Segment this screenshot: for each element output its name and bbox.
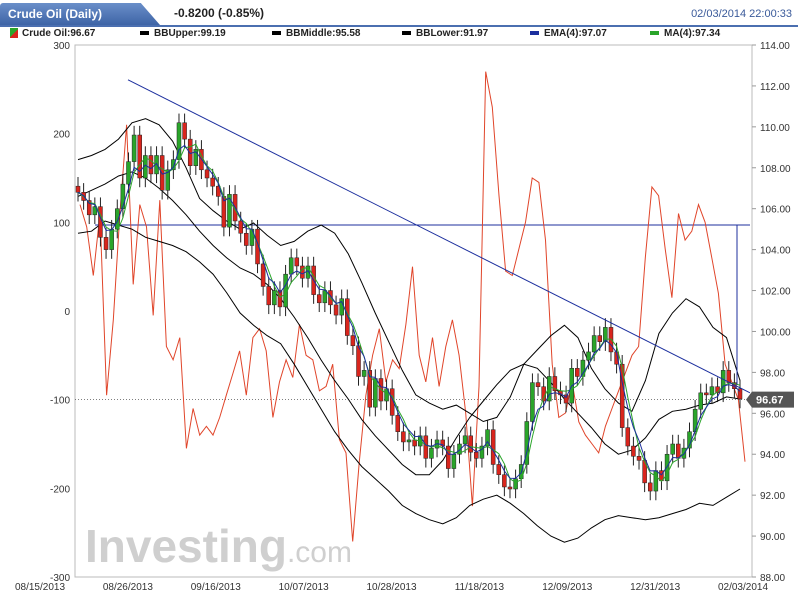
right-axis-tick-label: 100.00 (760, 327, 791, 338)
x-axis-tick-label: 09/16/2013 (191, 582, 241, 593)
left-axis-tick-label: 0 (64, 307, 70, 318)
right-axis-tick-label: 94.00 (760, 450, 785, 461)
candle (210, 177, 215, 187)
candle (126, 161, 131, 185)
watermark-brand: Investing (85, 520, 287, 572)
last-price-tag: 96.67 (746, 391, 794, 408)
left-axis-tick-label: 200 (53, 130, 70, 141)
candle (204, 169, 210, 179)
candle (468, 435, 473, 453)
candle (356, 345, 361, 377)
candle (148, 155, 154, 175)
candle (272, 290, 277, 306)
x-axis-tick-label: 10/07/2013 (279, 582, 329, 593)
x-axis-tick-label: 02/03/2014 (718, 582, 768, 593)
candle (429, 447, 434, 459)
candle (676, 443, 681, 459)
candle (530, 382, 535, 422)
candle (412, 439, 417, 447)
candle (260, 263, 266, 287)
candle (103, 237, 109, 250)
price-tag-label: 96.67 (756, 395, 784, 407)
candle (496, 464, 502, 475)
candle (109, 228, 114, 250)
right-axis-tick-label: 102.00 (760, 287, 791, 298)
left-axis-tick-label: 300 (53, 41, 70, 52)
candle (451, 453, 457, 469)
x-axis-tick-label: 08/26/2013 (103, 582, 153, 593)
candle (670, 443, 675, 455)
candle (625, 427, 631, 447)
right-axis-tick-label: 90.00 (760, 532, 785, 543)
candle (266, 286, 271, 306)
candle (507, 486, 513, 490)
candle (446, 445, 451, 469)
candle (586, 351, 591, 361)
candle (316, 294, 322, 304)
right-axis-tick-label: 110.00 (760, 123, 790, 134)
candle (244, 232, 249, 246)
candle (350, 335, 356, 347)
candle (597, 335, 602, 342)
right-axis-tick-label: 92.00 (760, 491, 785, 502)
ema-line (77, 144, 741, 479)
right-axis-tick-label: 114.00 (760, 41, 790, 52)
right-axis-tick-label: 104.00 (760, 246, 791, 257)
candle (591, 335, 597, 353)
candle (726, 370, 732, 383)
chart-widget: Crude Oil (Daily) -0.8200 (-0.85%) 02/03… (0, 0, 798, 599)
candle (300, 265, 305, 279)
x-axis-tick-label: 10/28/2013 (366, 582, 416, 593)
x-axis-tick-label: 12/09/2013 (542, 582, 592, 593)
candle (401, 431, 406, 443)
right-axis-tick-label: 112.00 (760, 82, 790, 93)
x-axis-tick-label: 12/31/2013 (630, 582, 680, 593)
candles (75, 113, 743, 501)
right-axis-tick-label: 106.00 (760, 205, 791, 216)
right-axis-tick-label: 108.00 (760, 164, 791, 175)
trend-line (127, 79, 751, 394)
candle (474, 451, 479, 459)
candle (423, 435, 429, 459)
chart-canvas[interactable]: 114.00 112.00 110.00 108.00 106.00 104.00 102.… (0, 0, 798, 599)
bb-upper-line (77, 118, 741, 423)
candle (513, 478, 518, 490)
candle (647, 482, 653, 492)
candle (698, 392, 703, 410)
watermark-suffix: .com (287, 536, 352, 569)
watermark: Investing.com (85, 520, 352, 572)
candle (631, 445, 636, 457)
candle (75, 185, 81, 193)
candle (490, 429, 496, 465)
candle (636, 456, 642, 461)
candle (361, 370, 367, 377)
left-axis-tick-label: 100 (53, 218, 70, 229)
candle (294, 257, 300, 267)
candle (575, 368, 580, 377)
right-axis-tick-label: 98.00 (760, 368, 785, 379)
x-axis-tick-label: 11/18/2013 (455, 582, 505, 593)
candle (395, 415, 401, 432)
candle (704, 392, 709, 396)
candle (238, 220, 243, 234)
left-axis-tick-label: -200 (50, 484, 70, 495)
candle (333, 304, 339, 316)
candle (406, 439, 412, 443)
candle (159, 155, 165, 191)
candle (288, 257, 294, 275)
candle (709, 386, 715, 396)
candle (535, 382, 541, 387)
candle (187, 138, 193, 166)
right-axis-tick-label: 96.00 (760, 409, 785, 420)
candle (653, 470, 659, 492)
candle (692, 408, 698, 432)
candle (131, 134, 137, 162)
candle (462, 435, 468, 445)
candle (182, 122, 187, 140)
x-axis-tick-label: 08/15/2013 (15, 582, 65, 593)
left-axis-tick-label: -100 (50, 396, 70, 407)
candle (502, 474, 507, 488)
candle (322, 290, 328, 304)
